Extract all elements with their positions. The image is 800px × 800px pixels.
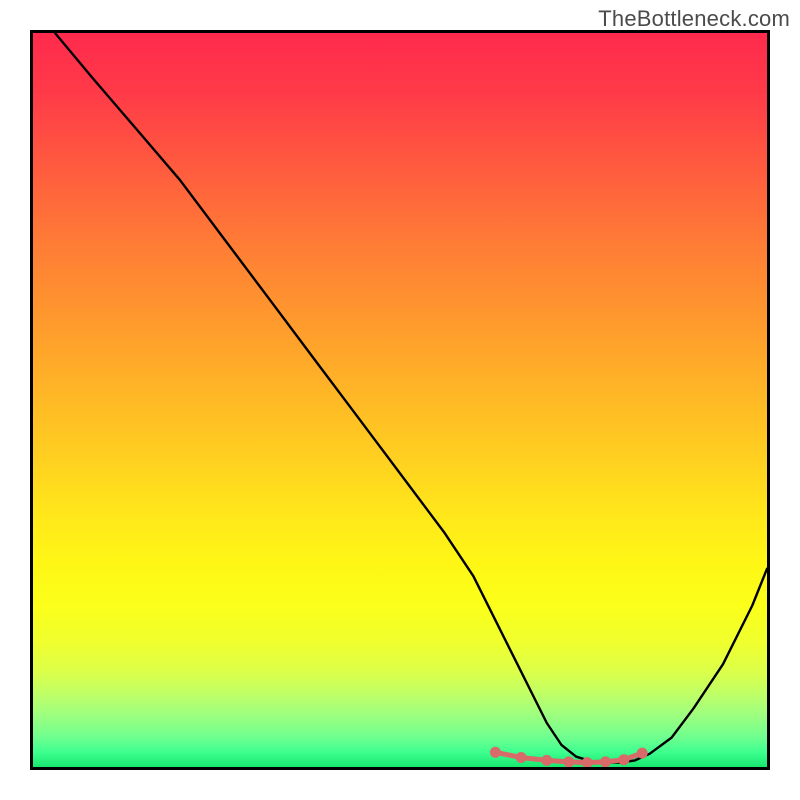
- marker-dot: [516, 752, 527, 763]
- plot-area: [30, 30, 770, 770]
- chart-canvas: TheBottleneck.com: [0, 0, 800, 800]
- marker-dot: [618, 754, 629, 765]
- marker-dot: [637, 748, 648, 759]
- watermark-text: TheBottleneck.com: [598, 6, 790, 32]
- bottleneck-curve: [55, 33, 767, 763]
- marker-dot: [600, 756, 611, 767]
- marker-dot: [563, 756, 574, 767]
- curve-layer: [33, 33, 767, 767]
- marker-dot: [541, 755, 552, 766]
- marker-dot: [490, 747, 501, 758]
